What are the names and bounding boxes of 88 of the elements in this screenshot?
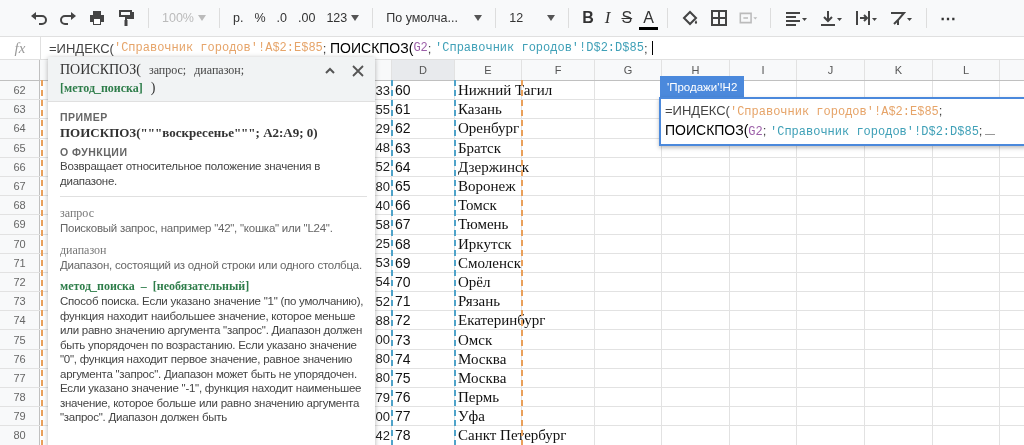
argument-name: диапазон xyxy=(60,241,108,258)
row-number[interactable]: 68 xyxy=(0,196,40,215)
print-icon[interactable] xyxy=(87,8,107,28)
column-header[interactable]: F xyxy=(522,60,595,80)
table-cell: Москва xyxy=(458,368,507,387)
text-color-button[interactable]: A xyxy=(639,6,658,30)
table-cell: 62 xyxy=(392,119,455,138)
table-cell: 73 xyxy=(392,330,455,349)
caret-icon xyxy=(474,15,483,21)
caret-icon xyxy=(547,15,556,21)
row-number[interactable]: 69 xyxy=(0,215,40,234)
row-number[interactable]: 74 xyxy=(0,311,40,330)
table-cell: Тюмень xyxy=(458,215,509,234)
table-cell: Казань xyxy=(458,100,502,119)
table-cell: 71 xyxy=(392,292,455,311)
argument-description: Способ поиска. Если указано значение "1" (по умолчанию), функция находит наибольшее значение, которое меньше или равно значению аргумента "запрос". Диапазон должен быть упорядочен по возрастанию. Если указано значение "0", функция находит первое значение, равное значению аргумента "запрос". Диапазон может быть не упорядочен. Если указано значение "-1", функция находит наименьшее значение, которое больше или равно значению аргумента "запрос". Диапазон должен быть xyxy=(60,294,365,425)
argument-name: запрос xyxy=(60,205,95,221)
row-number[interactable]: 79 xyxy=(0,407,40,426)
table-cell: Смоленск xyxy=(458,253,521,272)
table-cell: 65 xyxy=(392,176,455,196)
table-cell: 64 xyxy=(392,157,455,176)
table-cell: Иркутск xyxy=(458,234,512,253)
italic-button[interactable]: I xyxy=(600,6,615,30)
paint-roller-icon[interactable] xyxy=(116,8,136,28)
fx-label: fx xyxy=(14,39,26,57)
section-label: О ФУНКЦИИ xyxy=(60,146,129,159)
column-header[interactable]: J xyxy=(797,60,865,80)
table-cell: 75 xyxy=(392,368,455,387)
row-number[interactable]: 80 xyxy=(0,426,40,445)
argument-name: метод_поиска – [необязательный] xyxy=(60,278,251,294)
argument-description: Поисковый запрос, например "42", "кошка" или "L24". xyxy=(60,221,334,236)
table-cell: 77 xyxy=(392,407,455,426)
example-formula: ПОИСКПОЗ("""воскресенье"""; A2:A9; 0) xyxy=(60,124,319,141)
table-cell: Санкт Петербург xyxy=(458,426,567,445)
table-cell: Нижний Тагил xyxy=(458,81,553,100)
font-size-dropdown[interactable]: 12 xyxy=(505,9,560,27)
table-cell: Братск xyxy=(458,138,502,157)
increase-decimals-button[interactable]: .00 xyxy=(294,9,320,27)
bold-button[interactable]: B xyxy=(578,7,598,29)
strikethrough-button[interactable]: S xyxy=(617,7,637,29)
row-number[interactable]: 62 xyxy=(0,81,40,100)
more-button[interactable]: ⋯ xyxy=(935,6,960,30)
function-signature: ПОИСКПОЗ( запрос; диапазон; [метод_поиска] ) xyxy=(60,62,246,96)
table-cell: 69 xyxy=(392,253,455,272)
row-number[interactable]: 64 xyxy=(0,119,40,138)
column-header[interactable]: K xyxy=(865,60,933,80)
table-cell: Пермь xyxy=(458,388,500,407)
table-cell: Дзержинск xyxy=(458,157,530,176)
table-cell: 72 xyxy=(392,311,455,330)
row-number[interactable]: 63 xyxy=(0,100,40,119)
table-cell: 66 xyxy=(392,196,455,215)
caret-icon xyxy=(198,15,206,21)
table-cell: 68 xyxy=(392,234,455,253)
table-cell: 76 xyxy=(392,388,455,407)
row-number[interactable]: 73 xyxy=(0,292,40,311)
number-format-dropdown[interactable]: 123 xyxy=(322,9,364,27)
table-cell: 60 xyxy=(392,81,455,100)
table-cell: 67 xyxy=(392,215,455,234)
table-cell: Москва xyxy=(458,349,507,368)
table-cell: Омск xyxy=(458,330,493,349)
table-cell: 70 xyxy=(392,272,455,292)
table-cell: Орёл xyxy=(458,272,491,291)
argument-description: Диапазон, состоящий из одной строки или одного столбца. xyxy=(60,257,363,272)
column-header[interactable]: D xyxy=(392,60,455,80)
percent-button[interactable]: % xyxy=(250,9,270,27)
table-cell: 78 xyxy=(392,426,455,445)
row-number[interactable]: 78 xyxy=(0,388,40,407)
description-text: Возвращает относительное положение значения в диапазоне. xyxy=(60,159,322,188)
close-icon[interactable] xyxy=(351,64,365,78)
table-cell: Рязань xyxy=(458,292,501,311)
currency-button[interactable]: р. xyxy=(229,9,248,27)
table-cell: 74 xyxy=(392,349,455,368)
table-cell: Воронеж xyxy=(458,177,516,196)
section-label: ПРИМЕР xyxy=(60,111,109,124)
table-cell: Томск xyxy=(458,196,497,215)
column-header[interactable]: E xyxy=(455,60,522,80)
decrease-decimals-button[interactable]: .0 xyxy=(272,9,291,27)
font-dropdown[interactable]: По умолча... xyxy=(382,9,487,27)
table-cell: Уфа xyxy=(458,407,485,426)
row-number[interactable]: 75 xyxy=(0,330,40,349)
table-cell: 63 xyxy=(392,138,455,157)
table-cell: 61 xyxy=(392,100,455,119)
table-cell: Оренбург xyxy=(458,119,520,138)
borders-icon[interactable] xyxy=(708,8,729,28)
caret-icon xyxy=(351,15,360,21)
cell-reference-label: 'Продажи'!H2 xyxy=(660,76,745,97)
table-cell: Екатеринбург xyxy=(458,311,546,330)
column-header[interactable]: L xyxy=(933,60,1000,80)
